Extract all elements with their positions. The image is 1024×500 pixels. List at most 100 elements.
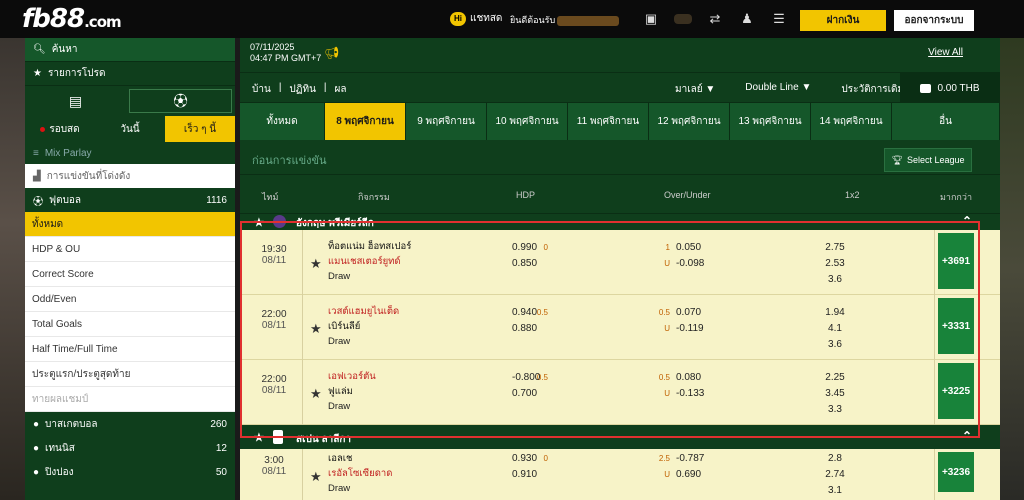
soccer-ball-icon[interactable]: ⚽︎ bbox=[129, 89, 232, 113]
odds-cell[interactable]: 2.25 bbox=[815, 370, 855, 386]
odds-cell[interactable]: 0.700 bbox=[512, 386, 572, 402]
date-tab-nov9[interactable]: 9 พฤศจิกายน bbox=[406, 103, 487, 140]
match-teams: ท็อตแน่ม ฮ็อทสเปอร์ แมนเชสเตอร์ยูทด์ Dra… bbox=[328, 241, 412, 282]
league-header[interactable]: ★ สเปน ลาลีกา ⌃ bbox=[240, 425, 1000, 449]
logout-button[interactable]: ออกจากระบบ bbox=[894, 10, 974, 31]
odds-cell[interactable]: 2.75 bbox=[815, 240, 855, 256]
odds-cell[interactable]: 0.910 bbox=[512, 467, 572, 483]
star-icon[interactable]: ★ bbox=[310, 469, 322, 485]
league-header[interactable]: ★ อังกฤษ พรีเมียร์ลีก ⌃ bbox=[240, 214, 1000, 230]
market-correct-score[interactable]: Correct Score bbox=[25, 262, 235, 287]
col-time: ไทม์ bbox=[262, 192, 279, 202]
transfer-icon[interactable]: ⇄ bbox=[706, 11, 724, 27]
odds-cell[interactable]: 0.080 bbox=[676, 370, 736, 386]
chat-icon: Hi bbox=[450, 11, 466, 26]
star-icon[interactable]: ★ bbox=[310, 386, 322, 402]
odds-cell[interactable]: 2.53 bbox=[815, 256, 855, 272]
sport-basketball[interactable]: ● บาสเกตบอล 260 bbox=[25, 412, 235, 436]
market-outright[interactable]: ทายผลแชมป์ bbox=[25, 387, 235, 412]
trophy-icon: 🏆︎ bbox=[891, 154, 903, 165]
date-tab-nov11[interactable]: 11 พฤศจิกายน bbox=[568, 103, 649, 140]
odds-cell[interactable]: 0.850 bbox=[512, 256, 572, 272]
star-icon: ★ bbox=[33, 68, 42, 79]
col-more: มากกว่า bbox=[940, 192, 972, 202]
odds-cell[interactable]: 0.690 bbox=[676, 467, 736, 483]
odds-cell[interactable]: -0.787 bbox=[676, 451, 736, 467]
date-tab-nov12[interactable]: 12 พฤศจิกายน bbox=[649, 103, 730, 140]
balance-display[interactable]: 0.00 THB bbox=[900, 73, 1000, 103]
odds-cell[interactable]: 3.6 bbox=[815, 337, 855, 353]
more-markets-button[interactable]: +3331 bbox=[938, 298, 974, 354]
odds-cell[interactable]: 4.1 bbox=[815, 321, 855, 337]
odds-cell[interactable]: -0.133 bbox=[676, 386, 736, 402]
tab-live[interactable]: รอบสด bbox=[25, 116, 95, 142]
collapse-icon[interactable]: ⌃ bbox=[962, 429, 972, 443]
live-chat-button[interactable]: Hi แชทสด bbox=[450, 11, 502, 26]
odds-cell[interactable]: 0.070 bbox=[676, 305, 736, 321]
line-type-dropdown[interactable]: Double Line ▼ bbox=[745, 82, 811, 97]
match-time: 22:00 08/11 bbox=[261, 374, 287, 396]
star-icon[interactable]: ★ bbox=[310, 256, 322, 272]
tab-today[interactable]: วันนี้ bbox=[95, 116, 165, 142]
odds-cell[interactable]: 3.45 bbox=[815, 386, 855, 402]
logo[interactable]: fb88.com bbox=[22, 4, 122, 34]
market-ht-ft[interactable]: Half Time/Full Time bbox=[25, 337, 235, 362]
football-icon: ⚽︎ bbox=[33, 196, 43, 208]
odds-cell[interactable]: 0.940 bbox=[512, 305, 572, 321]
nav-home[interactable]: บ้าน bbox=[252, 82, 271, 97]
match-time: 22:00 08/11 bbox=[261, 309, 287, 331]
odds-cell[interactable]: 2.8 bbox=[815, 451, 855, 467]
list-icon[interactable]: ☰ bbox=[770, 11, 788, 27]
date-tab-nov14[interactable]: 14 พฤศจิกายน bbox=[811, 103, 892, 140]
sport-table-tennis[interactable]: ● ปิงปอง 50 bbox=[25, 460, 235, 484]
market-hdp-ou[interactable]: HDP & OU bbox=[25, 237, 235, 262]
popular-matches[interactable]: ▟ การแข่งขันที่โด่งดัง bbox=[25, 164, 235, 188]
sidebar-favorites[interactable]: ★ รายการโปรด bbox=[25, 62, 235, 86]
star-icon[interactable]: ★ bbox=[310, 321, 322, 337]
wallet-icon[interactable]: ▣ bbox=[642, 11, 660, 27]
sport-tennis[interactable]: ● เทนนิส 12 bbox=[25, 436, 235, 460]
collapse-icon[interactable]: ⌃ bbox=[962, 214, 972, 228]
view-all-link[interactable]: View All bbox=[928, 47, 963, 58]
star-icon[interactable]: ★ bbox=[254, 431, 264, 444]
announcement-icon[interactable]: 📢︎ bbox=[324, 46, 339, 60]
more-markets-button[interactable]: +3691 bbox=[938, 233, 974, 289]
select-league-button[interactable]: 🏆︎ Select League bbox=[884, 148, 972, 172]
odds-cell[interactable]: 0.050 bbox=[676, 240, 736, 256]
odds-cell[interactable]: 1.94 bbox=[815, 305, 855, 321]
sidebar-search[interactable]: 🔍︎ ค้นหา bbox=[25, 38, 235, 62]
date-tab-nov13[interactable]: 13 พฤศจิกายน bbox=[730, 103, 811, 140]
odds-cell[interactable]: 0.880 bbox=[512, 321, 572, 337]
odds-cell[interactable]: 3.3 bbox=[815, 402, 855, 418]
nav-calendar[interactable]: ปฏิทิน bbox=[289, 82, 316, 97]
tab-early[interactable]: เร็ว ๆ นี้ bbox=[165, 116, 235, 142]
odds-cell[interactable]: 0.930 bbox=[512, 451, 572, 467]
column-header: ไทม์ กิจกรรม HDP Over/Under 1x2 มากกว่า bbox=[240, 174, 1000, 214]
more-markets-button[interactable]: +3225 bbox=[938, 363, 974, 419]
odds-cell[interactable]: 0.990 bbox=[512, 240, 572, 256]
star-icon[interactable]: ★ bbox=[254, 216, 264, 229]
market-total-goals[interactable]: Total Goals bbox=[25, 312, 235, 337]
user-icon[interactable]: ♟ bbox=[738, 11, 756, 27]
sport-football[interactable]: ⚽︎ ฟุตบอล 1116 bbox=[25, 188, 235, 212]
deposit-button[interactable]: ฝากเงิน bbox=[800, 10, 886, 31]
odds-cell[interactable]: -0.800 bbox=[512, 370, 572, 386]
odds-cell[interactable]: -0.119 bbox=[676, 321, 736, 337]
market-odd-even[interactable]: Odd/Even bbox=[25, 287, 235, 312]
market-first-last-goal[interactable]: ประตูแรก/ประตูสุดท้าย bbox=[25, 362, 235, 387]
odds-cell[interactable]: 3.6 bbox=[815, 272, 855, 288]
odds-type-dropdown[interactable]: มาเลย์ ▼ bbox=[675, 82, 715, 97]
betslip-icon[interactable]: ▤ bbox=[25, 86, 126, 116]
odds-cell[interactable]: -0.098 bbox=[676, 256, 736, 272]
date-tab-nov10[interactable]: 10 พฤศจิกายน bbox=[487, 103, 568, 140]
odds-cell[interactable]: 3.1 bbox=[815, 483, 855, 499]
date-tab-all[interactable]: ทั้งหมด bbox=[240, 103, 325, 140]
date-tab-other[interactable]: อื่น bbox=[892, 103, 1000, 140]
nav-results[interactable]: ผล bbox=[335, 82, 347, 97]
odds-cell[interactable]: 2.74 bbox=[815, 467, 855, 483]
more-markets-button[interactable]: +3236 bbox=[938, 452, 974, 492]
balance-blurred bbox=[674, 14, 692, 24]
market-all[interactable]: ทั้งหมด bbox=[25, 212, 235, 237]
mix-parlay[interactable]: ≡ Mix Parlay bbox=[25, 142, 235, 164]
date-tab-nov8[interactable]: 8 พฤศจิกายน bbox=[325, 103, 406, 140]
